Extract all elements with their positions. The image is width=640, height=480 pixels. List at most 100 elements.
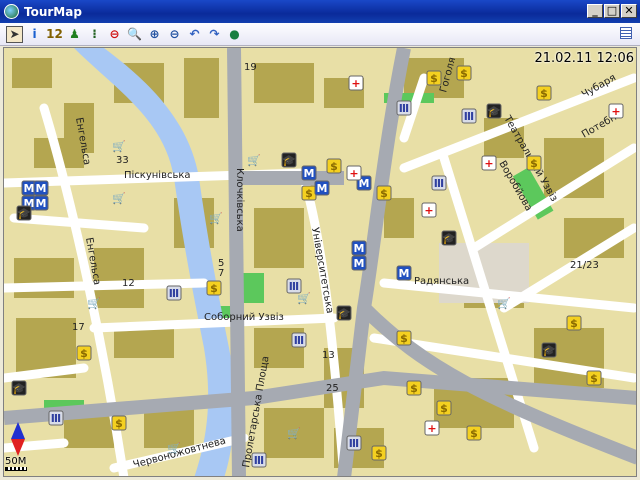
window-title: TourMap <box>24 4 82 19</box>
bank-icon[interactable]: $ <box>586 370 602 386</box>
svg-text:$: $ <box>410 382 418 395</box>
svg-text:$: $ <box>210 282 218 295</box>
map-canvas[interactable]: Енгельса Енгельса Піскунівська Клочківсь… <box>4 48 637 477</box>
pharmacy-icon[interactable]: + <box>481 155 497 171</box>
theatre-icon[interactable]: 🎓 <box>486 103 502 119</box>
bank-icon[interactable]: $ <box>396 330 412 346</box>
bank-icon[interactable]: $ <box>526 155 542 171</box>
museum-icon[interactable]: Ⅲ <box>461 108 477 124</box>
bank-icon[interactable]: $ <box>566 315 582 331</box>
measure-tool-button[interactable]: 12 <box>46 26 63 43</box>
theatre-icon[interactable]: 🎓 <box>336 305 352 321</box>
house-number: 25 <box>326 383 339 394</box>
svg-text:$: $ <box>590 372 598 385</box>
pharmacy-icon[interactable]: + <box>421 202 437 218</box>
museum-icon[interactable]: Ⅲ <box>396 100 412 116</box>
minimize-button[interactable]: _ <box>587 4 603 18</box>
metro-icon[interactable]: M <box>351 240 367 256</box>
search-tool-button[interactable]: 🔍 <box>126 26 143 43</box>
theatre-icon[interactable]: 🎓 <box>16 205 32 221</box>
theatre-icon[interactable]: 🎓 <box>11 380 27 396</box>
svg-text:M: M <box>399 267 410 280</box>
maximize-button[interactable]: □ <box>604 4 620 18</box>
datetime-display: 21.02.11 12:06 <box>534 51 635 66</box>
menu-list-icon[interactable] <box>620 27 632 39</box>
svg-text:M: M <box>304 167 315 180</box>
metro-icon[interactable]: M <box>301 165 317 181</box>
bank-icon[interactable]: $ <box>426 70 442 86</box>
svg-text:🎓: 🎓 <box>487 105 501 118</box>
museum-icon[interactable]: Ⅲ <box>166 285 182 301</box>
no-entry-tool-button[interactable]: ⊖ <box>106 26 123 43</box>
zoom-in-tool-button[interactable]: ⊕ <box>146 26 163 43</box>
metro-icon[interactable]: M <box>314 180 330 196</box>
museum-icon[interactable]: Ⅲ <box>286 278 302 294</box>
svg-text:Ⅲ: Ⅲ <box>294 334 304 347</box>
cart-icon[interactable]: 🛒 <box>247 153 261 167</box>
museum-icon[interactable]: Ⅲ <box>346 435 362 451</box>
pharmacy-icon[interactable]: + <box>608 103 624 119</box>
bank-icon[interactable]: $ <box>376 185 392 201</box>
house-number: 17 <box>72 322 85 333</box>
cart-icon[interactable]: 🛒 <box>167 441 181 455</box>
metro-icon[interactable]: M <box>351 255 367 271</box>
bank-icon[interactable]: $ <box>371 445 387 461</box>
zoom-out-tool-button[interactable]: ⊖ <box>166 26 183 43</box>
svg-text:🛒: 🛒 <box>87 297 101 310</box>
museum-icon[interactable]: Ⅲ <box>251 452 267 468</box>
bank-icon[interactable]: $ <box>301 185 317 201</box>
museum-icon[interactable]: Ⅲ <box>431 175 447 191</box>
info-tool-button[interactable]: i <box>26 26 43 43</box>
theatre-icon[interactable]: 🎓 <box>281 152 297 168</box>
cart-icon[interactable]: 🛒 <box>87 296 101 310</box>
pedestrian-tool-button[interactable]: ♟ <box>66 26 83 43</box>
svg-text:🎓: 🎓 <box>542 344 556 357</box>
bank-icon[interactable]: $ <box>206 280 222 296</box>
globe-tool-button[interactable]: ● <box>226 26 243 43</box>
cart-icon[interactable]: 🛒 <box>209 211 223 225</box>
street-label: Клочківська <box>234 168 246 232</box>
cart-icon[interactable]: 🛒 <box>112 139 126 153</box>
svg-text:+: + <box>611 105 620 118</box>
bank-icon[interactable]: $ <box>76 345 92 361</box>
pharmacy-icon[interactable]: + <box>424 420 440 436</box>
pharmacy-icon[interactable]: + <box>346 165 362 181</box>
toolbar: ➤ i 12 ♟ ⁝ ⊖ 🔍 ⊕ ⊖ ↶ ↷ ● <box>0 23 640 46</box>
cart-icon[interactable]: 🛒 <box>497 296 511 310</box>
svg-text:M: M <box>36 182 47 195</box>
close-button[interactable]: ✕ <box>621 4 637 18</box>
svg-text:🛒: 🛒 <box>112 140 126 153</box>
bank-icon[interactable]: $ <box>326 158 342 174</box>
svg-text:Ⅲ: Ⅲ <box>464 110 474 123</box>
traffic-light-tool-button[interactable]: ⁝ <box>86 26 103 43</box>
bank-icon[interactable]: $ <box>536 85 552 101</box>
svg-text:$: $ <box>570 317 578 330</box>
metro-icon[interactable]: M <box>33 180 49 196</box>
museum-icon[interactable]: Ⅲ <box>48 410 64 426</box>
theatre-icon[interactable]: 🎓 <box>541 342 557 358</box>
svg-text:🛒: 🛒 <box>167 442 181 455</box>
svg-text:Ⅲ: Ⅲ <box>51 412 61 425</box>
svg-text:Ⅲ: Ⅲ <box>434 177 444 190</box>
metro-icon[interactable]: M <box>396 265 412 281</box>
bank-icon[interactable]: $ <box>436 400 452 416</box>
cart-icon[interactable]: 🛒 <box>297 291 311 305</box>
svg-text:$: $ <box>460 67 468 80</box>
scale-label: 50M <box>5 456 27 467</box>
cart-icon[interactable]: 🛒 <box>112 191 126 205</box>
svg-text:+: + <box>424 204 433 217</box>
map-view[interactable]: Енгельса Енгельса Піскунівська Клочківсь… <box>3 47 637 477</box>
cart-icon[interactable]: 🛒 <box>287 426 301 440</box>
bank-icon[interactable]: $ <box>466 425 482 441</box>
theatre-icon[interactable]: 🎓 <box>441 230 457 246</box>
bank-icon[interactable]: $ <box>456 65 472 81</box>
pointer-tool-button[interactable]: ➤ <box>6 25 23 43</box>
bank-icon[interactable]: $ <box>111 415 127 431</box>
bank-icon[interactable]: $ <box>406 380 422 396</box>
compass-icon[interactable] <box>11 422 25 456</box>
museum-icon[interactable]: Ⅲ <box>291 332 307 348</box>
pharmacy-icon[interactable]: + <box>348 75 364 91</box>
redo-tool-button[interactable]: ↷ <box>206 26 223 43</box>
undo-tool-button[interactable]: ↶ <box>186 26 203 43</box>
metro-icon[interactable]: M <box>33 195 49 211</box>
